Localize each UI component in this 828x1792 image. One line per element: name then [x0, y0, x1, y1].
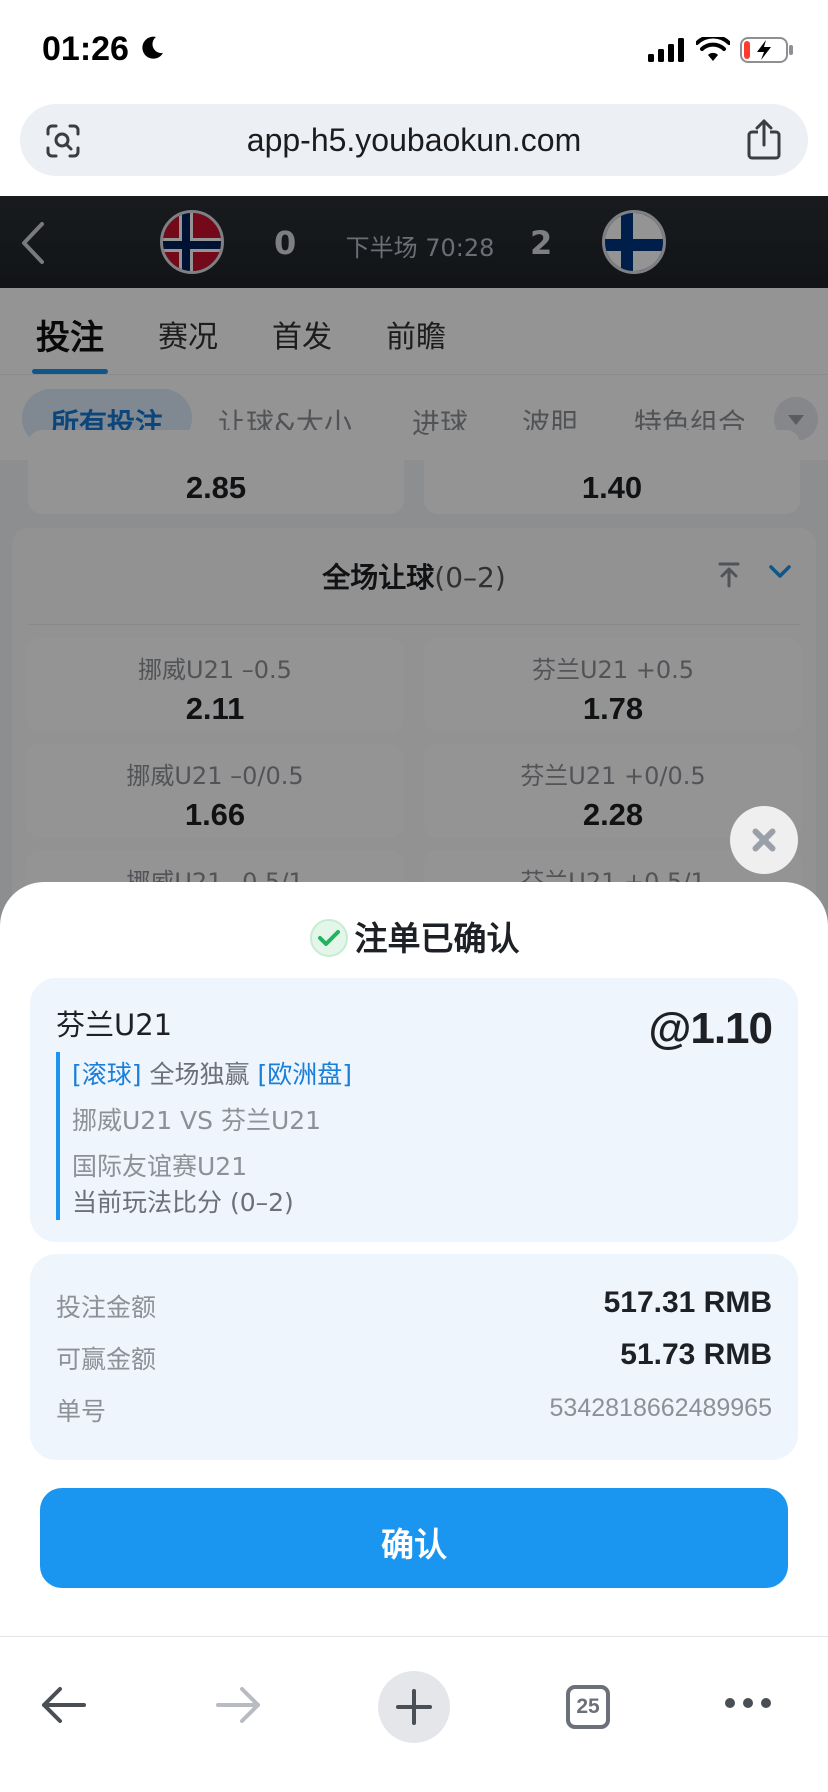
back-arrow-icon[interactable]	[40, 1681, 88, 1729]
order-number-row: 单号 5342818662489965	[56, 1392, 772, 1428]
browser-toolbar: 25	[0, 1636, 828, 1792]
bet-selection: 芬兰U21	[56, 1008, 173, 1042]
share-icon[interactable]	[746, 118, 782, 160]
battery-charging-icon	[740, 37, 793, 63]
moon-icon	[142, 36, 163, 59]
market-name: 全场独赢	[149, 1060, 250, 1089]
current-score: 当前玩法比分 (0–2)	[72, 1188, 294, 1217]
cellular-signal-icon	[648, 38, 684, 62]
tabs-button[interactable]: 25	[566, 1685, 610, 1729]
url-text[interactable]: app-h5.youbaokun.com	[20, 122, 808, 159]
forward-arrow-icon[interactable]	[214, 1681, 262, 1729]
wifi-icon	[696, 37, 730, 61]
address-bar[interactable]: app-h5.youbaokun.com	[20, 104, 808, 176]
bet-details-card: 芬兰U21 @1.10 [滚球] 全场独赢 [欧洲盘] 挪威U21 VS 芬兰U…	[30, 978, 798, 1242]
bet-odds: @1.10	[648, 1004, 773, 1053]
status-time: 01:26	[42, 30, 129, 68]
stake-label: 投注金额	[56, 1293, 157, 1322]
success-check-icon	[309, 919, 348, 957]
confirm-button[interactable]: 确认	[40, 1488, 788, 1588]
stake-value: 517.31 RMB	[603, 1286, 772, 1319]
sheet-title: 注单已确认	[0, 912, 828, 960]
order-number-label: 单号	[56, 1397, 107, 1426]
browser-url-area: app-h5.youbaokun.com	[0, 98, 828, 196]
live-tag: [滚球]	[72, 1060, 142, 1089]
status-icons	[648, 36, 794, 64]
stake-row: 投注金额 517.31 RMB	[56, 1286, 772, 1324]
new-tab-button[interactable]	[378, 1671, 450, 1743]
league: 国际友谊赛U21	[72, 1152, 248, 1181]
matchup: 挪威U21 VS 芬兰U21	[72, 1106, 322, 1135]
bet-detail: [滚球] 全场独赢 [欧洲盘] 挪威U21 VS 芬兰U21 国际友谊赛U21 …	[56, 1052, 456, 1220]
bet-confirmation-sheet: 注单已确认 芬兰U21 @1.10 [滚球] 全场独赢 [欧洲盘] 挪威U21 …	[0, 882, 828, 1636]
potential-win-label: 可赢金额	[56, 1345, 157, 1374]
status-bar: 01:26	[0, 0, 828, 98]
sheet-title-text: 注单已确认	[354, 919, 520, 958]
bet-market-line: [滚球] 全场独赢 [欧洲盘]	[72, 1062, 352, 1087]
order-number-value: 5342818662489965	[549, 1394, 772, 1422]
bet-summary-card: 投注金额 517.31 RMB 可赢金额 51.73 RMB 单号 534281…	[30, 1254, 798, 1460]
potential-win-value: 51.73 RMB	[620, 1338, 772, 1371]
plus-icon	[396, 1689, 432, 1725]
more-options-icon[interactable]	[724, 1695, 772, 1711]
close-button[interactable]	[730, 806, 798, 874]
odds-type-tag: [欧洲盘]	[257, 1060, 352, 1089]
potential-win-row: 可赢金额 51.73 RMB	[56, 1338, 772, 1376]
